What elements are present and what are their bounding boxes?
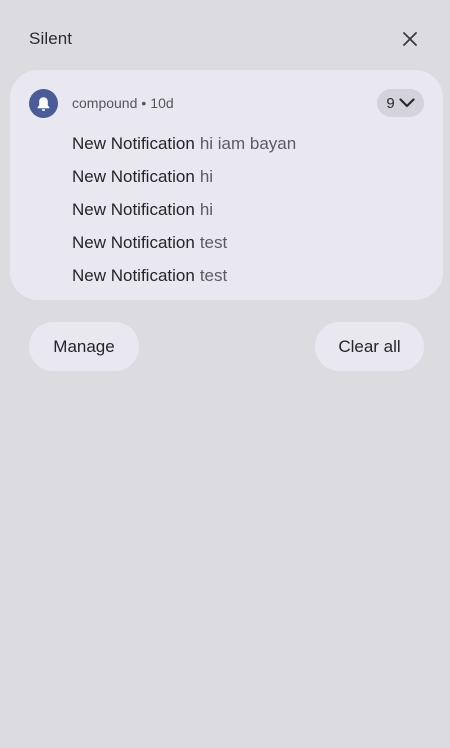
meta-separator: • [141,95,147,111]
chevron-down-icon [399,98,415,108]
close-icon [403,32,417,46]
expand-button[interactable]: 9 [377,89,424,117]
notification-item[interactable]: New Notification hi [72,161,432,194]
notification-title: New Notification [72,199,195,219]
notification-age: 10d [150,95,174,111]
notification-message: hi [199,167,214,187]
close-button[interactable] [396,25,424,53]
notification-item[interactable]: New Notification test [72,259,432,292]
section-header: Silent [0,0,450,76]
section-title: Silent [29,29,73,48]
manage-button[interactable]: Manage [29,322,139,371]
notification-shade: Silent compound • 10d 9 New Notification hi [0,0,450,748]
notification-title: New Notification [72,167,195,187]
notification-item[interactable]: New Notification hi iam bayan [72,128,432,161]
notification-title: New Notification [72,265,195,285]
notification-list: New Notification hi iam bayan New Notific… [72,128,432,292]
clear-all-button[interactable]: Clear all [315,322,424,371]
notification-message: test [199,232,228,252]
notification-item[interactable]: New Notification test [72,226,432,259]
notification-title: New Notification [72,232,195,252]
app-name: compound [72,95,138,111]
notification-message: hi [199,199,214,219]
app-meta: compound • 10d [72,95,174,111]
notification-title: New Notification [72,134,195,154]
bell-icon [37,96,50,111]
notification-message: hi iam bayan [199,134,297,154]
notification-item[interactable]: New Notification hi [72,194,432,227]
app-icon [29,89,58,118]
notification-message: test [199,265,228,285]
notification-count: 9 [386,94,395,112]
notification-card[interactable]: compound • 10d 9 New Notification hi iam ba… [10,70,443,300]
